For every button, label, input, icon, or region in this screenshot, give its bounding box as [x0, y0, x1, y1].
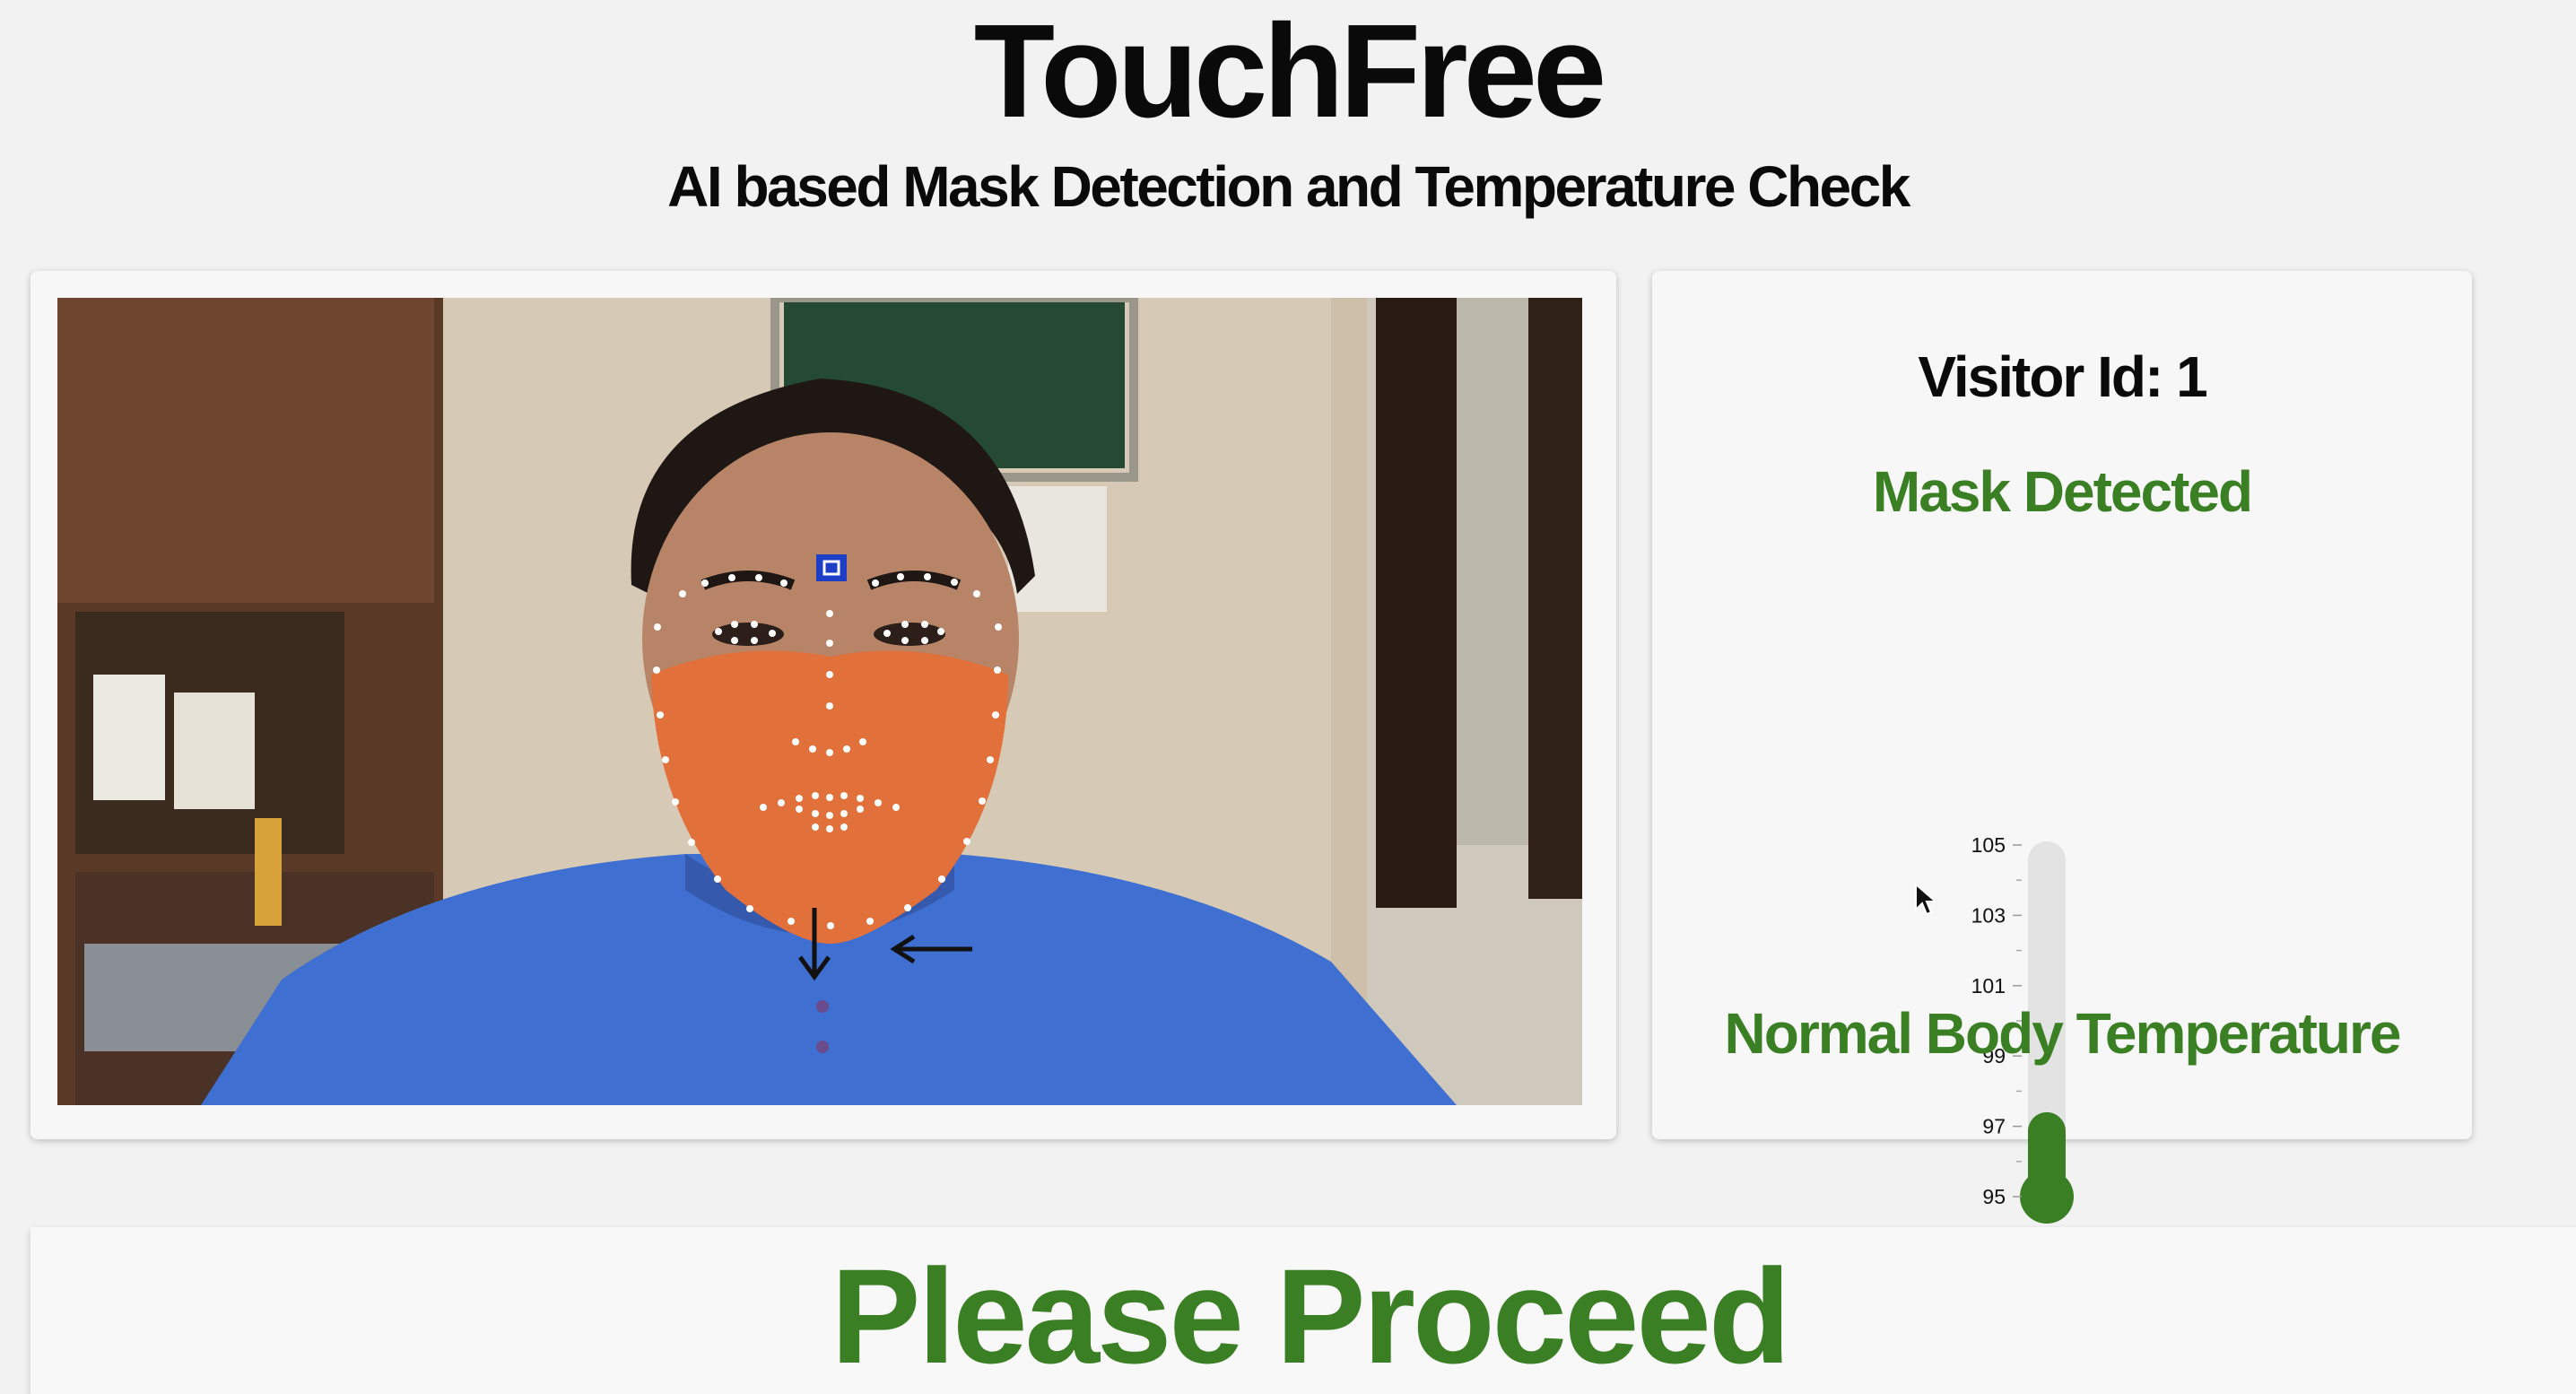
- thermometer-tick-label: 105: [1971, 833, 2006, 857]
- thermometer-tick-label: 101: [1971, 974, 2006, 998]
- thermometer-bulb: [2020, 1170, 2074, 1224]
- temperature-status: Normal Body Temperature: [1724, 1001, 2402, 1066]
- mouse-pointer-icon: [1914, 882, 1938, 921]
- thermometer-tick-label: 97: [1982, 1115, 2006, 1138]
- camera-frame: [57, 298, 1582, 1105]
- mask-status: Mask Detected: [1872, 459, 2253, 524]
- proceed-message: Please Proceed: [831, 1241, 1790, 1391]
- thermometer-tick-label: 103: [1971, 903, 2006, 927]
- app-title: TouchFree: [973, 0, 1607, 145]
- proceed-banner: Please Proceed: [30, 1227, 2576, 1394]
- status-card: Visitor Id: 1 Mask Detected 105 103 101 99 9…: [1652, 271, 2472, 1224]
- target-square-icon: [816, 554, 847, 581]
- camera-feed: [57, 298, 1582, 1105]
- camera-card: [30, 271, 1616, 1139]
- thermometer-gauge: 105103101999795: [1971, 833, 2074, 1224]
- app-subtitle: AI based Mask Detection and Temperature …: [667, 154, 1910, 219]
- thermometer-tick-label: 95: [1982, 1185, 2006, 1208]
- visitor-id: Visitor Id: 1: [1918, 344, 2207, 409]
- thermometer: 105 103 101 99 97 95: [1962, 558, 2142, 1240]
